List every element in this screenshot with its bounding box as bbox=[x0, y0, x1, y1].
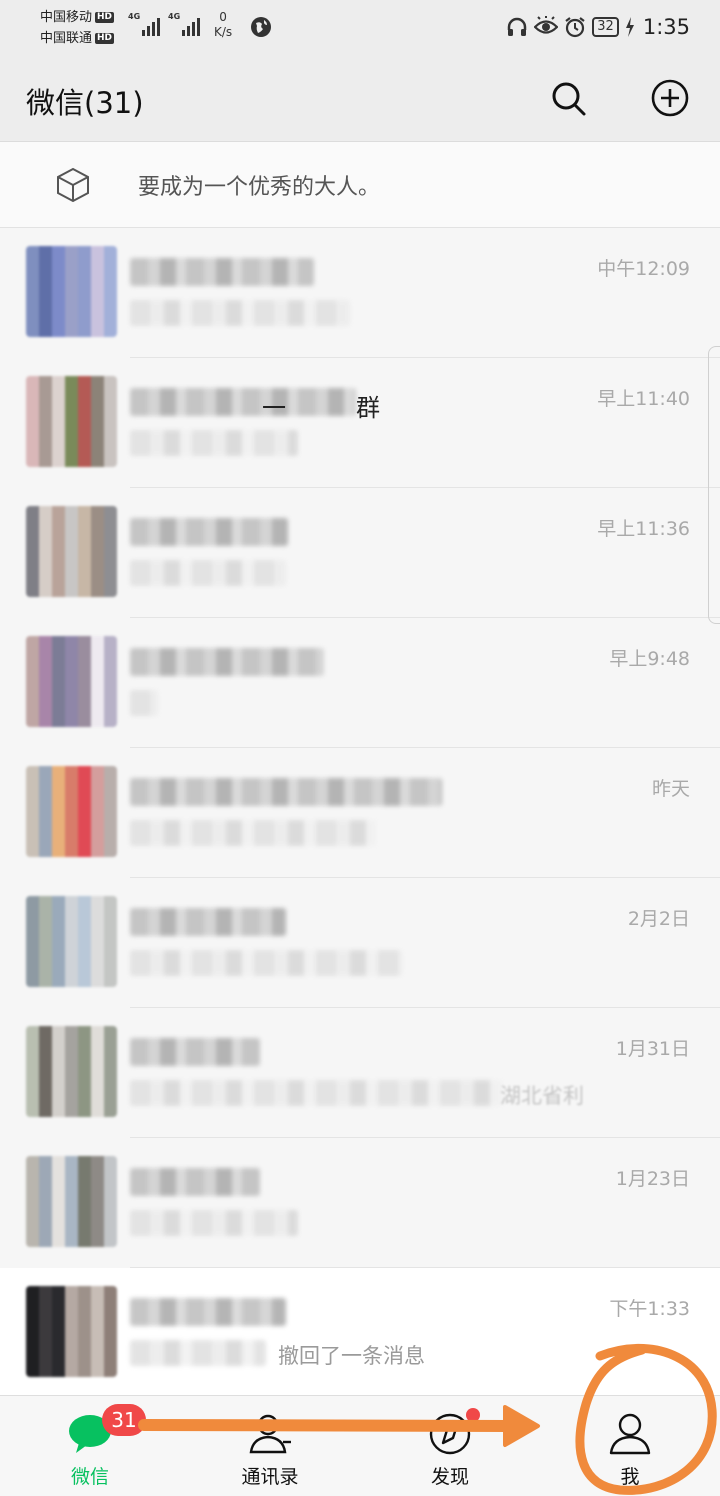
chat-time: 2月2日 bbox=[627, 908, 690, 930]
avatar bbox=[26, 506, 117, 597]
avatar bbox=[26, 1286, 117, 1377]
globe-icon bbox=[251, 17, 271, 37]
tab-chats[interactable]: 31 微信 bbox=[0, 1396, 180, 1496]
chat-list-item[interactable]: 1月23日 bbox=[0, 1138, 720, 1268]
tab-label: 我 bbox=[620, 1466, 640, 1488]
chat-time: 早上11:40 bbox=[597, 388, 690, 410]
chat-message-redacted bbox=[130, 430, 298, 456]
chat-message-redacted bbox=[130, 1210, 298, 1236]
signal-indicators: 4G 4G bbox=[128, 12, 200, 36]
chat-message-redacted bbox=[130, 560, 286, 586]
chat-name-redacted bbox=[130, 648, 324, 676]
avatar bbox=[26, 1026, 117, 1117]
carrier-1-label: 中国移动 bbox=[40, 10, 93, 25]
avatar bbox=[26, 1156, 117, 1247]
chat-name-redacted bbox=[130, 258, 314, 286]
chat-time: 下午1:33 bbox=[609, 1298, 690, 1320]
status-icons-right: 32 1:35 bbox=[506, 12, 690, 42]
signal-strength-icon: 4G bbox=[128, 12, 160, 36]
chat-list-item[interactable]: 早上11:36 bbox=[0, 488, 720, 618]
unread-badge: 31 bbox=[102, 1404, 146, 1436]
chat-name-fragment: 一 bbox=[262, 394, 286, 422]
headphones-icon bbox=[508, 17, 527, 36]
chat-name-redacted bbox=[130, 388, 356, 416]
tab-me[interactable]: 我 bbox=[540, 1396, 720, 1496]
battery-indicator: 32 bbox=[592, 17, 619, 37]
hd-badge: HD bbox=[95, 12, 115, 23]
chat-list-item[interactable]: 湖北省利 1月31日 bbox=[0, 1008, 720, 1138]
page-title: 微信(31) bbox=[26, 86, 144, 120]
chat-message-redacted bbox=[130, 300, 350, 326]
eye-icon bbox=[534, 16, 559, 34]
chat-time: 早上11:36 bbox=[597, 518, 690, 540]
tab-label: 发现 bbox=[430, 1466, 469, 1488]
chat-message-redacted bbox=[130, 820, 376, 846]
chat-name-redacted bbox=[130, 778, 442, 806]
plus-circle-icon[interactable] bbox=[650, 78, 690, 118]
bottom-tab-bar: 31 微信 通讯录 发现 我 bbox=[0, 1395, 720, 1496]
tab-label: 微信 bbox=[70, 1466, 109, 1488]
app-header: 微信(31) bbox=[0, 56, 720, 142]
new-indicator-dot bbox=[466, 1408, 480, 1422]
avatar bbox=[26, 766, 117, 857]
avatar bbox=[26, 376, 117, 467]
scrollbar[interactable] bbox=[708, 346, 720, 624]
avatar bbox=[26, 896, 117, 987]
alarm-clock-icon bbox=[565, 17, 585, 38]
chat-message-redacted bbox=[130, 1340, 266, 1366]
cube-icon bbox=[57, 167, 89, 203]
signal-strength-icon: 4G bbox=[168, 12, 200, 36]
chat-list-item[interactable]: 撤回了一条消息 下午1:33 bbox=[0, 1268, 720, 1398]
network-speed: 0 K/s bbox=[214, 10, 233, 39]
carrier-info: 中国移动 HD 中国联通 HD bbox=[40, 7, 115, 49]
chat-message-fragment: 撤回了一条消息 bbox=[278, 1344, 425, 1368]
carrier-2-label: 中国联通 bbox=[40, 31, 93, 46]
chat-list-item[interactable]: 一 群 早上11:40 bbox=[0, 358, 720, 488]
search-icon[interactable] bbox=[548, 78, 588, 118]
contacts-icon bbox=[249, 1414, 291, 1454]
chat-list-item[interactable]: 2月2日 bbox=[0, 878, 720, 1008]
chat-time: 早上9:48 bbox=[609, 648, 690, 670]
charging-icon bbox=[625, 17, 634, 37]
chat-message-fragment: 湖北省利 bbox=[500, 1084, 584, 1108]
status-bar: 中国移动 HD 中国联通 HD 4G 4G 0 K/s 32 1:35 bbox=[0, 0, 720, 56]
tab-discover[interactable]: 发现 bbox=[360, 1396, 540, 1496]
chat-list-item[interactable]: 昨天 bbox=[0, 748, 720, 878]
tab-label: 通讯录 bbox=[241, 1466, 299, 1488]
tab-contacts[interactable]: 通讯录 bbox=[180, 1396, 360, 1496]
hd-badge: HD bbox=[95, 33, 115, 44]
chat-message-redacted bbox=[130, 690, 158, 716]
status-prompt-text: 要成为一个优秀的大人。 bbox=[138, 175, 381, 200]
status-time: 1:35 bbox=[642, 15, 690, 39]
avatar bbox=[26, 636, 117, 727]
chat-name-redacted bbox=[130, 1168, 260, 1196]
chat-message-redacted bbox=[130, 950, 402, 976]
chat-time: 昨天 bbox=[651, 778, 690, 800]
chat-time: 中午12:09 bbox=[597, 258, 690, 280]
chat-name-redacted bbox=[130, 908, 286, 936]
chat-list-item[interactable]: 早上9:48 bbox=[0, 618, 720, 748]
chat-name-redacted bbox=[130, 1298, 286, 1326]
person-icon bbox=[609, 1413, 651, 1455]
chat-list-item[interactable]: 中午12:09 bbox=[0, 228, 720, 358]
chat-name-redacted bbox=[130, 1038, 260, 1066]
status-prompt-row[interactable]: 要成为一个优秀的大人。 bbox=[0, 142, 720, 228]
chat-time: 1月31日 bbox=[615, 1038, 690, 1060]
chat-name-redacted bbox=[130, 518, 288, 546]
chat-list: 中午12:09 一 群 早上11:40 早上11:36 早上9:48 昨天 2月… bbox=[0, 228, 720, 1398]
avatar bbox=[26, 246, 117, 337]
chat-time: 1月23日 bbox=[615, 1168, 690, 1190]
chat-name-suffix: 群 bbox=[356, 394, 380, 422]
chat-message-redacted bbox=[130, 1080, 502, 1106]
